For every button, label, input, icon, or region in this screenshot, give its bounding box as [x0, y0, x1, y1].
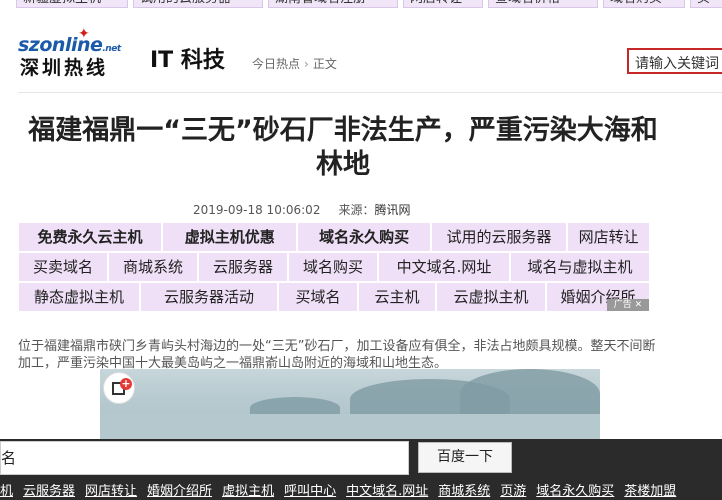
bottom-link[interactable]: 虚拟主机 — [222, 484, 274, 499]
top-nav-item[interactable]: 买 — [690, 0, 722, 8]
ad-row: 买卖域名 商城系统 云服务器 域名购买 中文域名.网址 域名与虚拟主机 — [18, 252, 650, 282]
bottom-links: 机云服务器 网店转让 婚姻介绍所 虚拟主机 呼叫中心 中文域名.网址 商城系统 页游 域名永久购… — [0, 484, 722, 500]
bottom-link[interactable]: 页游 — [500, 484, 526, 499]
breadcrumb-home[interactable]: 今日热点 — [252, 57, 300, 71]
top-nav: 新疆虚拟主机 试用的云服务器 湖南省域名注册 网店转让 查域名价格 域名购买 买 — [0, 0, 722, 10]
ad-row: 静态虚拟主机 云服务器活动 买域名 云主机 云虚拟主机 婚姻介绍所 — [18, 282, 650, 312]
article-photo — [100, 369, 600, 439]
bottom-link[interactable]: 茶楼加盟 — [624, 484, 676, 499]
ad-link[interactable]: 试用的云服务器 — [430, 222, 568, 252]
ad-link[interactable]: 虚拟主机优惠 — [162, 222, 298, 252]
bottom-search-input[interactable]: 名 — [0, 441, 409, 475]
header-divider — [18, 92, 722, 93]
bottom-link[interactable]: 机 — [0, 484, 13, 499]
search-input[interactable]: 请输入关键词 — [627, 48, 722, 74]
top-nav-item[interactable]: 湖南省域名注册 — [268, 0, 398, 8]
photo-hill — [460, 369, 600, 419]
article-paragraph: 位于福建福鼎市硖门乡青屿头村海边的一处“三无”砂石厂，加工设备应有俱全，非法占地… — [18, 339, 656, 371]
top-nav-item[interactable]: 试用的云服务器 — [133, 0, 263, 8]
ad-link[interactable]: 网店转让 — [567, 222, 650, 252]
ad-row: 免费永久云主机 虚拟主机优惠 域名永久购买 试用的云服务器 网店转让 — [18, 222, 650, 252]
breadcrumb-separator: › — [304, 57, 309, 71]
top-nav-item[interactable]: 域名购买 — [603, 0, 685, 8]
ad-link[interactable]: 云服务器活动 — [140, 282, 278, 312]
ad-links: 免费永久云主机 虚拟主机优惠 域名永久购买 试用的云服务器 网店转让 买卖域名 … — [18, 222, 650, 312]
bottom-link[interactable]: 云服务器 — [23, 484, 75, 499]
bottom-link[interactable]: 网店转让 — [85, 484, 137, 499]
ad-link[interactable]: 域名与虚拟主机 — [510, 252, 650, 282]
article-title: 福建福鼎一“三无”砂石厂非法生产，严重污染大海和林地 — [28, 115, 658, 180]
channel-name[interactable]: IT 科技 — [150, 46, 225, 76]
share-button[interactable]: + — [103, 372, 135, 404]
ad-link[interactable]: 中文域名.网址 — [378, 252, 510, 282]
ad-link[interactable]: 云服务器 — [198, 252, 288, 282]
bottom-link[interactable]: 中文域名.网址 — [346, 484, 428, 499]
ad-link[interactable]: 云主机 — [358, 282, 436, 312]
article-meta: 2019-09-18 10:06:02 来源：腾讯网 — [193, 201, 410, 218]
ad-link[interactable]: 免费永久云主机 — [18, 222, 163, 252]
plus-icon: + — [120, 377, 132, 390]
top-nav-item[interactable]: 新疆虚拟主机 — [16, 0, 128, 8]
breadcrumb: 今日热点 › 正文 — [252, 55, 337, 72]
ad-link[interactable]: 买域名 — [278, 282, 358, 312]
logo-chinese: 深圳热线 — [20, 57, 109, 79]
bottom-link[interactable]: 商城系统 — [438, 484, 490, 499]
source-name[interactable]: 腾讯网 — [374, 203, 410, 217]
ad-link[interactable]: 买卖域名 — [18, 252, 108, 282]
source-label: 来源： — [338, 203, 375, 217]
ad-link[interactable]: 域名购买 — [288, 252, 378, 282]
ad-link[interactable]: 静态虚拟主机 — [18, 282, 140, 312]
ad-link[interactable]: 域名永久购买 — [297, 222, 431, 252]
ad-link[interactable]: 商城系统 — [108, 252, 198, 282]
top-nav-item[interactable]: 查域名价格 — [488, 0, 598, 8]
top-nav-item[interactable]: 网店转让 — [403, 0, 483, 8]
bottom-link[interactable]: 呼叫中心 — [284, 484, 336, 499]
photo-sea — [100, 414, 600, 439]
ad-close-badge[interactable]: 广告 ✕ — [607, 299, 649, 311]
article-date: 2019-09-18 10:06:02 — [193, 203, 321, 217]
ad-link[interactable]: 云虚拟主机 — [436, 282, 546, 312]
baidu-search-button[interactable]: 百度一下 — [418, 442, 512, 473]
site-logo[interactable]: ✦ szonline.net 深圳热线 — [18, 26, 138, 79]
bottom-link[interactable]: 婚姻介绍所 — [147, 484, 212, 499]
bottom-link[interactable]: 域名永久购买 — [536, 484, 614, 499]
breadcrumb-current: 正文 — [312, 57, 337, 71]
